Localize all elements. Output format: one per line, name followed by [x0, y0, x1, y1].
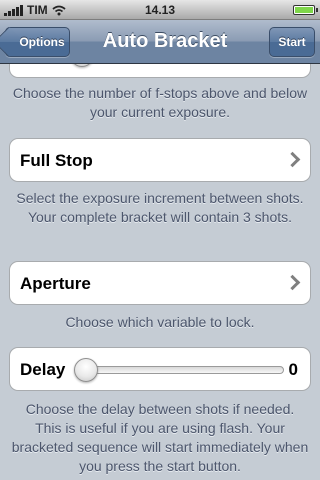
increment-cell[interactable]: Full Stop: [9, 138, 311, 182]
increment-label: Full Stop: [20, 151, 93, 170]
battery-level: [295, 7, 313, 13]
delay-description-line-3: bracketed sequence will start immediatel…: [11, 439, 309, 455]
delay-value: 0: [288, 360, 298, 379]
delay-cell: Delay 0: [9, 347, 311, 391]
increment-description-line-2: Your complete bracket will contain 3 sho…: [27, 209, 293, 225]
lock-variable-cell[interactable]: Aperture: [9, 261, 311, 305]
options-back-button[interactable]: Options: [0, 26, 70, 58]
lock-variable-label: Aperture: [20, 274, 91, 293]
fstops-description-line-1: Choose the number of f-stops above and b…: [12, 85, 308, 101]
delay-description-line-2: This is useful if you are using flash. Y…: [35, 420, 285, 436]
delay-slider-track[interactable]: [78, 366, 284, 374]
settings-scroll-view[interactable]: Choose the number of f-stops above and b…: [0, 64, 320, 480]
delay-description-line-4: you press the start button.: [79, 458, 241, 474]
fstops-cell[interactable]: [9, 64, 311, 78]
chevron-right-icon: [284, 274, 301, 291]
delay-label: Delay: [20, 360, 66, 379]
page-title: Auto Bracket: [102, 30, 228, 52]
increment-description-line-1: Select the exposure increment between sh…: [16, 190, 304, 206]
status-bar: TIM 14.13: [0, 0, 320, 20]
delay-description-line-1: Choose the delay between shots if needed…: [25, 401, 295, 417]
start-button[interactable]: Start: [269, 27, 315, 57]
fstops-slider-thumb[interactable]: [70, 64, 94, 67]
delay-slider-thumb[interactable]: [74, 358, 98, 382]
chevron-right-icon: [284, 151, 301, 168]
lock-description: Choose which variable to lock.: [65, 314, 255, 330]
navigation-bar: Options Auto Bracket Start: [0, 20, 320, 64]
battery-icon: [293, 5, 318, 15]
fstops-description-line-2: your current exposure.: [89, 104, 231, 120]
status-time: 14.13: [144, 3, 176, 17]
back-button-label: Options: [19, 35, 65, 49]
